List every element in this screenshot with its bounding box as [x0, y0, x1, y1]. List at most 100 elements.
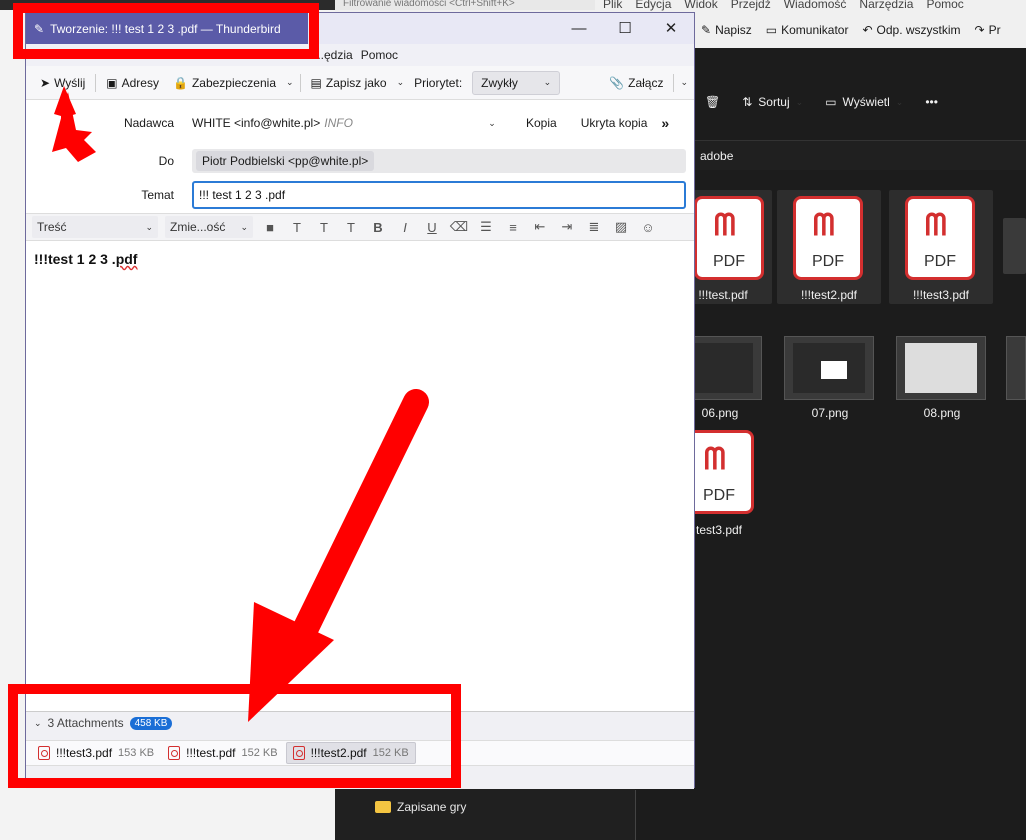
subject-row: Temat: [26, 180, 694, 210]
emoji-icon[interactable]: ☺: [638, 220, 658, 235]
chevron-down-icon[interactable]: ⌄: [482, 118, 502, 129]
underline-icon[interactable]: U: [422, 220, 442, 235]
reply-all-icon: ↶: [862, 23, 873, 37]
compose-window: ✎ Tworzenie: !!! test 1 2 3 .pdf — Thund…: [25, 12, 695, 789]
cc-button[interactable]: Kopia: [526, 116, 557, 130]
more-icon: •••: [925, 95, 938, 109]
bcc-button[interactable]: Ukryta kopia: [581, 116, 648, 130]
thunderbird-main-menubar: Plik Edycja Widok Przejdź Wiadomość Narz…: [595, 0, 1026, 12]
chevron-down-icon: ⌄: [543, 77, 552, 87]
reply-all-button[interactable]: ↶ Odp. wszystkim: [862, 23, 960, 37]
bulleted-list-icon[interactable]: ☰: [476, 219, 496, 235]
italic-icon[interactable]: I: [395, 220, 415, 235]
pane-divider: [635, 790, 636, 840]
sort-icon: ⇅: [742, 95, 753, 109]
compose-toolbar: ➤ Wyślij ▣ Adresy 🔒 Zabezpieczenia ⌄ ▤ Zapis…: [26, 66, 694, 100]
explorer-folder-path: adobe: [695, 140, 1026, 170]
send-button[interactable]: ➤ Wyślij: [36, 74, 89, 92]
insert-image-icon[interactable]: ▨: [611, 219, 631, 235]
png-thumbnail[interactable]: [784, 336, 874, 400]
menu-tools[interactable]: ...ędzia: [314, 44, 353, 66]
view-icon: ▭: [825, 95, 837, 109]
file-tile[interactable]: ᗰ PDF !!!test2.pdf: [777, 190, 881, 304]
sort-button[interactable]: ⇅ Sortuj ⌄: [742, 95, 803, 109]
save-as-button[interactable]: ▤ Zapisz jako: [307, 74, 391, 92]
menu-edit[interactable]: Edycja: [635, 0, 671, 12]
view-label: Wyświetl: [842, 95, 890, 109]
font-size-reset-icon[interactable]: T: [341, 220, 361, 235]
menu-help[interactable]: Pomoc: [361, 44, 398, 66]
menu-view[interactable]: Widok: [684, 0, 717, 12]
menu-tools[interactable]: Narzędzia: [859, 0, 913, 12]
acrobat-icon: ᗰ: [813, 209, 835, 242]
indent-icon[interactable]: ⇥: [557, 219, 577, 235]
chat-icon: ▭: [765, 23, 778, 37]
maximize-button[interactable]: ☐: [602, 13, 648, 44]
more-button[interactable]: •••: [925, 95, 938, 109]
send-label: Wyślij: [54, 75, 86, 90]
chevron-down-icon[interactable]: ⌄: [397, 77, 405, 88]
close-button[interactable]: ✕: [648, 13, 694, 44]
thumbnail-image: [793, 343, 865, 393]
align-icon[interactable]: ≣: [584, 219, 604, 235]
menu-file[interactable]: Plik: [603, 0, 622, 12]
body-text-suffix: pdf: [115, 251, 138, 267]
bold-icon[interactable]: B: [368, 220, 388, 235]
nav-item-saved-games[interactable]: Zapisane gry: [375, 800, 466, 814]
security-button[interactable]: 🔒 Zabezpieczenia: [169, 74, 280, 92]
pdf-file-icon: ᗰ PDF: [793, 196, 863, 280]
contacts-button[interactable]: ▣ Adresy: [102, 74, 163, 92]
window-controls: — ☐ ✕: [556, 13, 694, 44]
write-label: Napisz: [715, 23, 752, 37]
attach-button[interactable]: 📎 Załącz: [605, 74, 667, 92]
paragraph-format-select[interactable]: Treść ⌄: [32, 216, 158, 238]
reply-all-label: Odp. wszystkim: [876, 23, 961, 37]
font-size-up-icon[interactable]: T: [287, 220, 307, 235]
format-toolbar: Treść ⌄ Zmie...ość ⌄ ■ T T T B I U ⌫ ☰ ≡ ⇤…: [26, 213, 694, 241]
pencil-icon: ✎: [701, 23, 712, 37]
chevron-down-icon[interactable]: ⌄: [680, 77, 694, 88]
save-label: Zapisz jako: [325, 75, 387, 90]
pdf-icon-label: PDF: [924, 253, 956, 270]
font-select[interactable]: Zmie...ość ⌄: [165, 216, 253, 238]
chevron-down-icon[interactable]: ⌄: [286, 77, 294, 88]
menu-message[interactable]: Wiadomość: [784, 0, 847, 12]
file-tile-partial[interactable]: [1003, 218, 1026, 274]
chevron-down-icon: ⌄: [795, 96, 804, 107]
file-tile[interactable]: ᗰ PDF !!!test3.pdf: [889, 190, 993, 304]
outdent-icon[interactable]: ⇤: [530, 219, 550, 235]
attach-label: Załącz: [628, 75, 664, 90]
priority-select[interactable]: Zwykły ⌄: [472, 70, 561, 95]
delete-button[interactable]: 🗑: [705, 95, 720, 109]
message-body-text: !!!test 1 2 3 .pdf: [34, 251, 686, 267]
png-thumbnail-partial[interactable]: [1006, 336, 1026, 400]
numbered-list-icon[interactable]: ≡: [503, 220, 523, 235]
menu-help[interactable]: Pomoc: [926, 0, 963, 12]
trash-icon: 🗑: [705, 95, 721, 109]
from-row: Nadawca WHITE <info@white.pl> INFO ⌄ Kopi…: [26, 108, 694, 138]
pdf-file-icon: ᗰ PDF: [905, 196, 975, 280]
forward-button[interactable]: ↷ Pr: [975, 23, 1001, 37]
menu-go[interactable]: Przejdź: [731, 0, 771, 12]
recipient-pill[interactable]: Piotr Podbielski <pp@white.pl>: [196, 151, 375, 171]
acrobat-icon: ᗰ: [925, 209, 947, 242]
font-size-down-icon[interactable]: T: [314, 220, 334, 235]
from-select[interactable]: WHITE <info@white.pl> INFO: [192, 116, 482, 130]
message-body-editor[interactable]: !!!test 1 2 3 .pdf: [26, 241, 694, 711]
chat-button[interactable]: ▭ Komunikator: [766, 23, 849, 37]
more-recipients-icon[interactable]: »: [661, 115, 669, 131]
address-book-icon: ▣: [106, 75, 118, 90]
toolbar-separator: [673, 73, 675, 92]
file-name: !!!test3.pdf: [912, 288, 970, 302]
chevron-down-icon: ⌄: [240, 221, 248, 232]
body-text-prefix: !!!test 1 2 3 .: [34, 251, 116, 267]
minimize-button[interactable]: —: [556, 13, 602, 44]
pdf-icon-label: PDF: [703, 487, 735, 504]
subject-input[interactable]: [192, 181, 686, 209]
text-color-icon[interactable]: ■: [260, 220, 280, 235]
to-field[interactable]: Piotr Podbielski <pp@white.pl>: [192, 149, 686, 173]
png-thumbnail[interactable]: [896, 336, 986, 400]
remove-formatting-icon[interactable]: ⌫: [449, 219, 469, 235]
view-button[interactable]: ▭ Wyświetl ⌄: [825, 95, 903, 109]
write-button[interactable]: ✎ Napisz: [701, 23, 752, 37]
